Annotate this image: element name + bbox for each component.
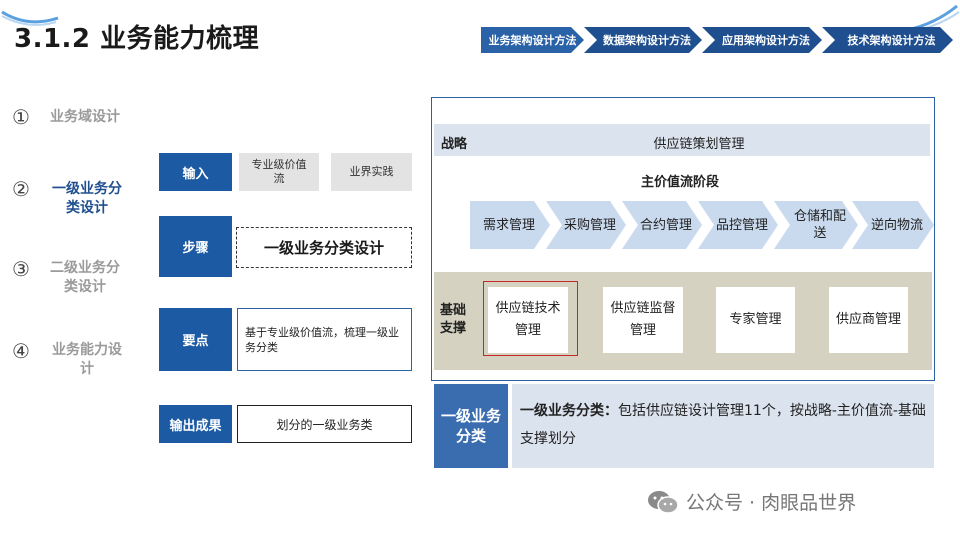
step-label-4: 业务能力设 计 — [52, 342, 122, 377]
step-content-box: 一级业务分类设计 — [236, 227, 412, 268]
highlight-outline — [483, 281, 578, 356]
summary-body: 一级业务分类：包括供应链设计管理11个，按战略-主价值流-基础支撑划分 — [512, 384, 934, 468]
step-number-1: ① — [12, 105, 30, 129]
step-label-3: 二级业务分 类设计 — [50, 260, 120, 295]
page-title: 3.1.2 业务能力梳理 — [14, 24, 260, 54]
keypoint-content-box: 基于专业级价值流，梳理一级业务分类 — [237, 308, 412, 371]
value-stage-demand: 需求管理 — [470, 201, 550, 249]
output-tag: 输出成果 — [159, 405, 232, 443]
base-item-supplier-management: 供应商管理 — [829, 287, 908, 353]
nav-chevron-data-architecture[interactable]: 数据架构设计方法 — [584, 27, 702, 53]
step-number-3: ③ — [12, 257, 30, 281]
input-tag: 输入 — [159, 153, 232, 191]
input-item-industry-practice: 业界实践 — [331, 153, 412, 191]
wechat-icon — [648, 490, 679, 514]
summary-lead: 一级业务分类： — [520, 403, 618, 419]
base-item-expert-management: 专家管理 — [716, 287, 795, 353]
step-number-4: ④ — [12, 339, 30, 363]
summary-tag: 一级业务分类 — [434, 384, 508, 468]
nav-chevron-technology-architecture[interactable]: 技术架构设计方法 — [822, 27, 953, 53]
base-item-supervision: 供应链监督管理 — [603, 287, 683, 353]
input-item-value-stream: 专业级价值流 — [239, 153, 319, 191]
strategy-label: 战略 — [441, 137, 468, 152]
step-number-2: ② — [12, 177, 30, 201]
value-stream-title: 主价值流阶段 — [640, 175, 719, 190]
strategy-text: 供应链策划管理 — [653, 137, 745, 152]
nav-chevron-business-architecture[interactable]: 业务架构设计方法 — [481, 27, 584, 53]
nav-chevron-application-architecture[interactable]: 应用架构设计方法 — [702, 27, 822, 53]
keypoint-tag: 要点 — [159, 308, 232, 371]
watermark: 公众号 · 肉眼品世界 — [646, 488, 856, 515]
watermark-text: 公众号 · 肉眼品世界 — [686, 492, 857, 514]
step-label-2-active: 一级业务分 类设计 — [52, 181, 122, 216]
output-content-box: 划分的一级业务类 — [237, 405, 412, 443]
step-label-1: 业务域设计 — [50, 109, 120, 125]
step-tag: 步骤 — [159, 216, 232, 277]
base-support-label: 基础支撑 — [440, 303, 467, 336]
